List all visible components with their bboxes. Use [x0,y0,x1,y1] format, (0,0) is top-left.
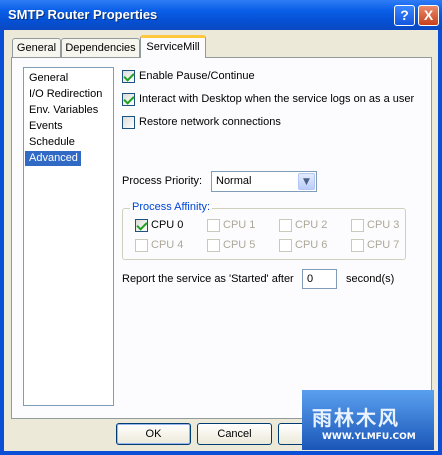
list-item-events[interactable]: Events [25,119,109,134]
seconds-unit-label: second(s) [346,273,395,285]
restore-network-label[interactable]: Restore network connections [139,116,281,128]
tab-servicemill[interactable]: ServiceMill [140,35,206,58]
list-item-general[interactable]: General [25,71,109,86]
cpu-0-checkbox[interactable] [135,219,148,232]
tab-dependencies[interactable]: Dependencies [61,38,140,58]
cpu-6-label: CPU 6 [295,239,328,251]
ok-button[interactable]: OK [116,423,191,445]
title-bar[interactable]: SMTP Router Properties ? X [0,0,442,30]
list-item-io-redirection[interactable]: I/O Redirection [25,87,109,102]
watermark-brand: 雨林木风 [312,406,400,430]
interact-desktop-checkbox[interactable] [122,93,135,106]
cpu-0-label[interactable]: CPU 0 [151,219,183,231]
cpu-7-checkbox [351,239,364,252]
tab-panel: General I/O Redirection Env. Variables E… [11,57,432,419]
enable-pause-label[interactable]: Enable Pause/Continue [139,70,255,82]
watermark-url: WWW.YLMFU.COM [322,432,416,442]
cpu-6-checkbox [279,239,292,252]
cpu-7-label: CPU 7 [367,239,400,251]
list-item-schedule[interactable]: Schedule [25,135,109,150]
help-button[interactable]: ? [394,5,415,26]
cpu-2-checkbox [279,219,292,232]
process-priority-label: Process Priority: [122,175,203,187]
restore-network-checkbox[interactable] [122,116,135,129]
process-affinity-label: Process Affinity: [130,201,213,213]
close-button[interactable]: X [418,5,439,26]
list-item-advanced[interactable]: Advanced [25,151,81,166]
report-started-label: Report the service as 'Started' after [122,273,294,285]
section-list[interactable]: General I/O Redirection Env. Variables E… [23,67,114,406]
site-watermark: 雨林木风 WWW.YLMFU.COM [302,390,434,450]
window-title: SMTP Router Properties [8,7,158,22]
cpu-2-label: CPU 2 [295,219,328,231]
process-priority-select[interactable]: Normal ▼ [211,171,317,192]
chevron-down-icon[interactable]: ▼ [298,173,315,190]
cpu-5-checkbox [207,239,220,252]
tab-general[interactable]: General [12,38,61,58]
cancel-button[interactable]: Cancel [197,423,272,445]
cpu-3-label: CPU 3 [367,219,400,231]
process-priority-value: Normal [216,175,252,187]
cpu-5-label: CPU 5 [223,239,256,251]
cpu-3-checkbox [351,219,364,232]
cpu-4-checkbox [135,239,148,252]
list-item-env-variables[interactable]: Env. Variables [25,103,109,118]
properties-window: SMTP Router Properties ? X General Depen… [0,0,442,455]
dialog-body: General Dependencies ServiceMill General… [4,30,438,451]
cpu-1-label: CPU 1 [223,219,256,231]
interact-desktop-label[interactable]: Interact with Desktop when the service l… [139,93,414,105]
cpu-1-checkbox [207,219,220,232]
cpu-4-label: CPU 4 [151,239,184,251]
enable-pause-checkbox[interactable] [122,70,135,83]
process-affinity-group [122,208,406,260]
report-seconds-input[interactable]: 0 [302,269,337,289]
